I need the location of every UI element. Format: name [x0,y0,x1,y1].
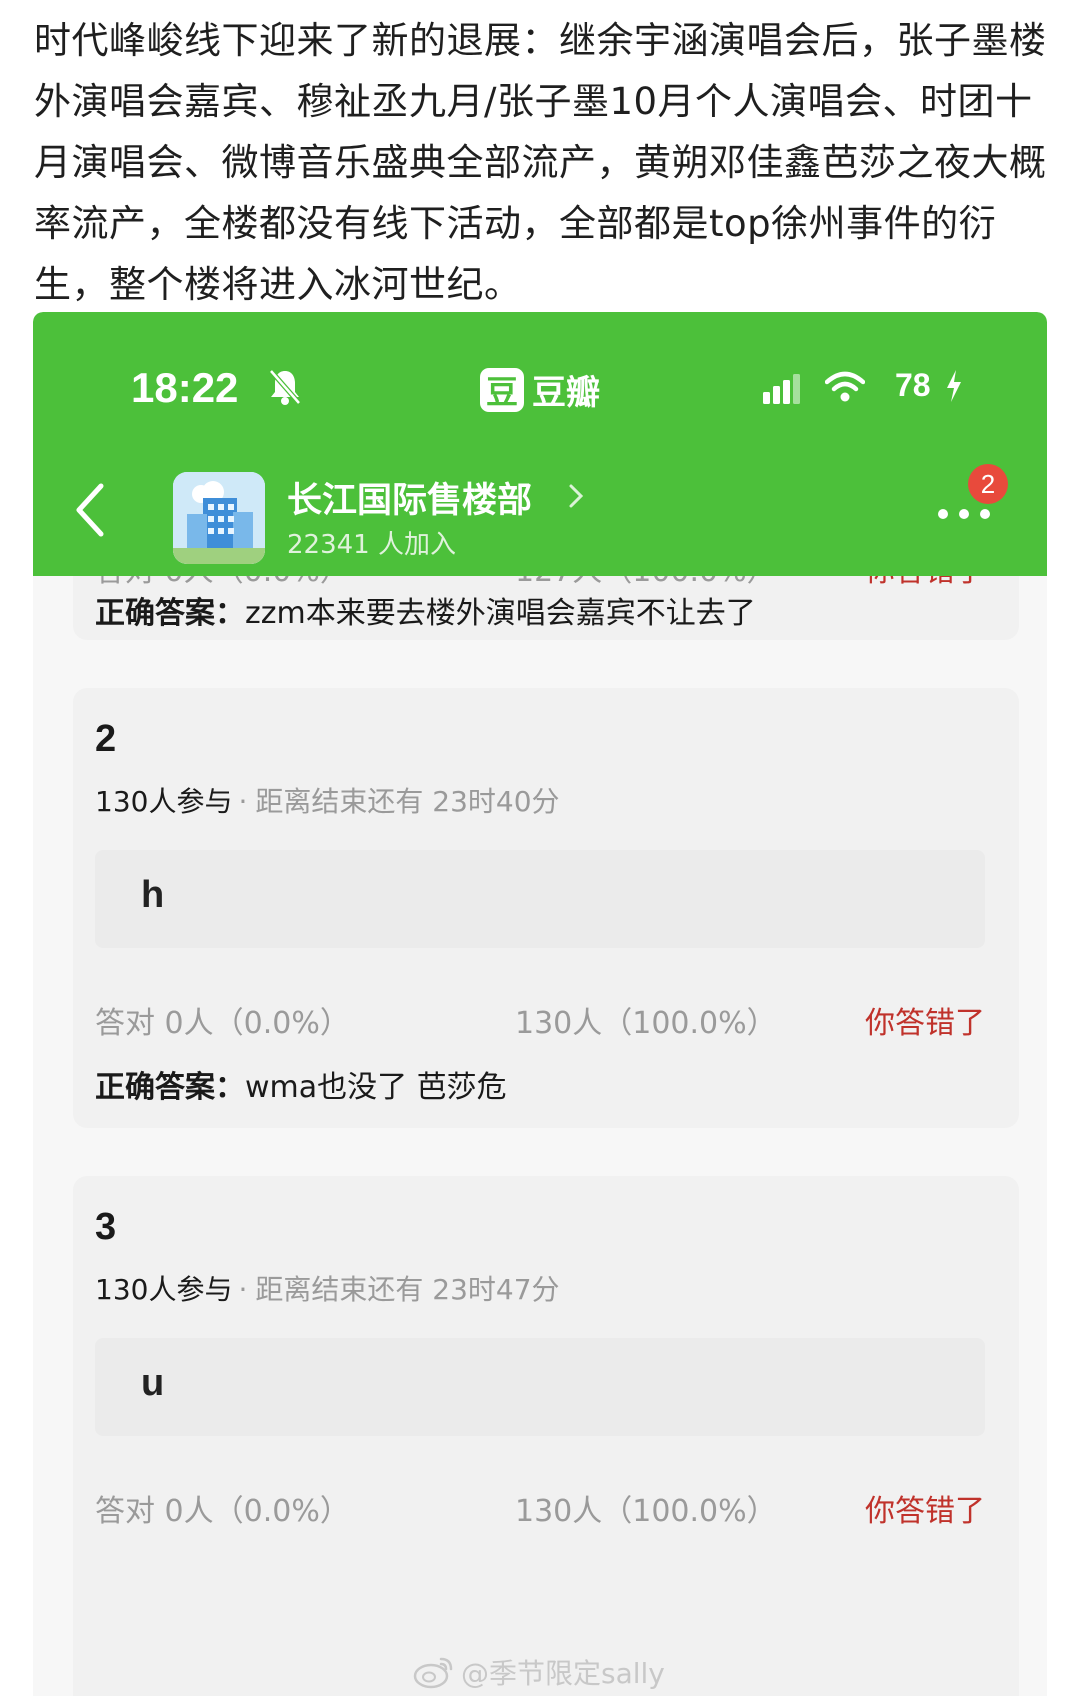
answer-label: 正确答案： [95,1070,245,1105]
correct-count: 答对 0人（0.0%） [95,1494,350,1529]
quiz-card: 3 130人参与 · 距离结束还有 23时47分 u 答对 0人（0.0%） 130… [73,1176,1019,1696]
answer-label: 正确答案： [95,596,245,631]
result-row: 答对 0人（0.0%） 130人（100.0%） 你答错了 [95,1486,985,1529]
wifi-icon [825,371,865,402]
time-remaining: 距离结束还有 23时40分 [255,785,560,818]
app-logo: 豆 [480,367,524,412]
watermark-text: @季节限定sally [461,1657,665,1690]
verdict-text: 你答错了 [865,1006,985,1041]
question-number: 3 [95,1206,117,1248]
correct-answer: 正确答案：wma也没了 芭莎危 [95,1062,507,1106]
answer-text: wma也没了 芭莎危 [245,1070,507,1105]
verdict-text: 你答错了 [865,1494,985,1529]
quiz-card: 2 130人参与 · 距离结束还有 23时40分 h 答对 0人（0.0%） 130… [73,688,1019,1128]
notification-badge: 2 [968,464,1008,504]
app-header: 18:22 豆 豆瓣 78 长江国际售楼部 22341 人加入 2 [33,312,1047,576]
battery-level: 78 [895,367,931,403]
time-remaining: 距离结束还有 23时47分 [255,1273,560,1306]
option-text: h [141,874,165,916]
group-members: 22341 人加入 [287,530,456,560]
chevron-right-icon[interactable] [567,482,585,510]
bolt-icon [947,370,961,402]
question-meta: 130人参与 · 距离结束还有 23时47分 [95,1273,560,1306]
answer-text: zzm本来要去楼外演唱会嘉宾不让去了 [245,596,756,631]
status-time: 18:22 [131,364,239,411]
option-text: u [141,1362,165,1404]
more-icon[interactable] [937,508,991,520]
total-count: 130人（100.0%） [515,1006,777,1041]
bell-muted-icon [269,369,301,405]
total-count: 130人（100.0%） [515,1494,777,1529]
correct-count: 答对 0人（0.0%） [95,1006,350,1041]
app-badge: 豆 豆瓣 [480,365,600,414]
signal-icon [763,374,800,404]
screenshot: 答对 0人（0.0%） 127人（100.0%） 你答错了 正确答案：zzm本来… [33,312,1047,1696]
correct-answer: 正确答案：zzm本来要去楼外演唱会嘉宾不让去了 [95,588,756,632]
result-row: 答对 0人（0.0%） 130人（100.0%） 你答错了 [95,998,985,1041]
answer-option[interactable]: h [95,850,985,948]
watermark: @季节限定sally [413,1652,665,1692]
question-meta: 130人参与 · 距离结束还有 23时40分 [95,785,560,818]
app-name: 豆瓣 [532,373,600,413]
group-name[interactable]: 长江国际售楼部 [287,472,532,523]
weibo-icon [413,1657,453,1689]
post-text: 时代峰峻线下迎来了新的退展：继余宇涵演唱会后，张子墨楼外演唱会嘉宾、穆祉丞九月/… [34,19,1047,306]
participants: 130人参与 [95,1273,233,1306]
back-icon[interactable] [71,480,111,540]
answer-option[interactable]: u [95,1338,985,1436]
question-number: 2 [95,718,117,760]
participants: 130人参与 [95,785,233,818]
group-building-icon[interactable] [173,472,265,564]
